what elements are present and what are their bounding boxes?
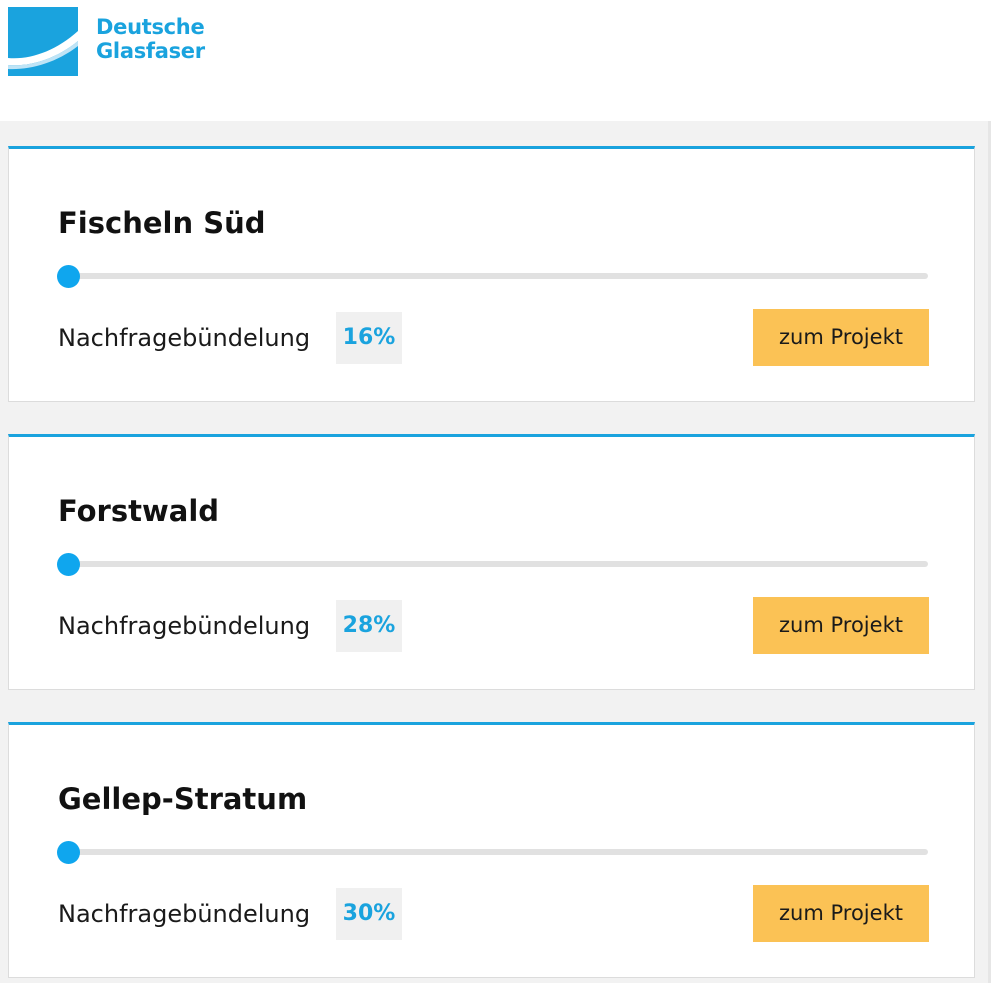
progress-marker <box>57 841 80 864</box>
demand-bundling-label: Nachfragebündelung <box>58 612 311 640</box>
progress-track <box>59 273 928 279</box>
to-project-button[interactable]: zum Projekt <box>753 597 929 654</box>
progress-marker <box>57 265 80 288</box>
demand-bundling-percent: 16% <box>336 312 402 364</box>
progress-track <box>59 849 928 855</box>
demand-bundling-label: Nachfragebündelung <box>58 324 311 352</box>
project-card-forstwald: Forstwald Nachfragebündelung 28% zum Pro… <box>8 434 975 690</box>
deutsche-glasfaser-logo-icon <box>8 7 78 76</box>
project-card-gellep-stratum: Gellep-Stratum Nachfragebündelung 30% zu… <box>8 722 975 978</box>
project-card-fischeln-sued: Fischeln Süd Nachfragebündelung 16% zum … <box>8 146 975 402</box>
brand-wordmark: Deutsche Glasfaser <box>96 15 205 63</box>
to-project-button[interactable]: zum Projekt <box>753 309 929 366</box>
progress-track <box>59 561 928 567</box>
project-title: Gellep-Stratum <box>58 782 308 816</box>
to-project-button[interactable]: zum Projekt <box>753 885 929 942</box>
demand-bundling-label: Nachfragebündelung <box>58 900 311 928</box>
demand-bundling-percent: 28% <box>336 600 402 652</box>
progress-marker <box>57 553 80 576</box>
project-title: Fischeln Süd <box>58 206 266 240</box>
brand-logo-link[interactable]: Deutsche Glasfaser <box>8 7 205 76</box>
brand-line-2: Glasfaser <box>96 39 205 63</box>
site-header: Deutsche Glasfaser <box>0 0 991 121</box>
project-title: Forstwald <box>58 494 220 528</box>
brand-line-1: Deutsche <box>96 15 205 39</box>
demand-bundling-percent: 30% <box>336 888 402 940</box>
